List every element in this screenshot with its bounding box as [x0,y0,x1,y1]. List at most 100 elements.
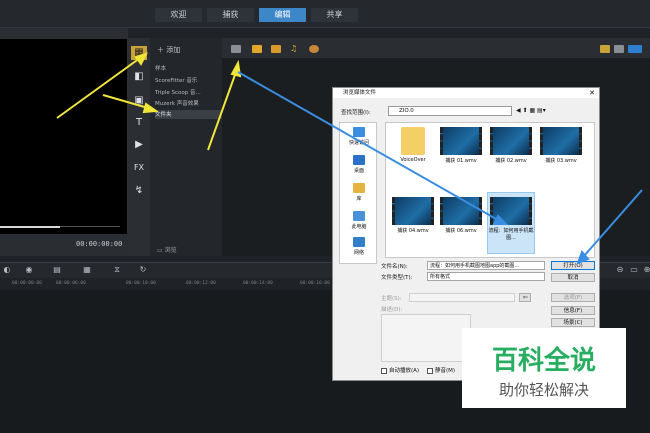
place-label: 网络 [353,250,364,256]
nav-back-icon[interactable]: ◀ ⬆ ▦ ▤▾ [516,107,546,114]
checkbox-box [427,367,433,374]
instant-project-icon[interactable]: ◧ [131,70,147,84]
library-item-triple-scoop[interactable]: Triple Scoop 音... [155,88,225,96]
video-thumbnail [540,127,582,155]
auto-music-icon[interactable]: ↻ [136,265,150,275]
scrubber-track[interactable] [60,226,120,227]
place-quick-access[interactable]: 快速访问 [340,127,378,146]
browse-button[interactable]: ▭ 浏览 [157,245,177,254]
library-icon [353,183,365,193]
tab-edit[interactable]: 编辑 [259,8,306,22]
chapter-icon[interactable]: ▤ [50,265,64,275]
watermark-main-text: 百科全说 [491,346,596,376]
description-textarea[interactable] [381,314,471,362]
mix-icon[interactable]: ⧖ [110,265,124,275]
close-icon[interactable]: ✕ [589,88,595,98]
filename-input[interactable]: 流程：如何用手机截图地图app的截图... [427,261,545,270]
library-item-folder[interactable]: 文件夹 [155,110,225,119]
apply-subject-icon[interactable]: ⇦ [519,293,531,302]
subject-label: 主题(S): [381,296,402,302]
scene-button[interactable]: 场景(C) [551,318,595,327]
lookin-dropdown[interactable]: ZIO.0 [388,106,512,116]
autoplay-label: 自动播放(A) [389,368,420,374]
media-toolbar [222,38,650,58]
folder-icon [401,127,425,155]
zoom-in-icon[interactable]: ⊕ [640,265,650,275]
preview-scrubber[interactable] [0,226,60,228]
file-item[interactable]: 捕获 06.wmv [438,197,484,234]
preview-timecode[interactable]: 00:00:00:00 [76,240,122,248]
file-name: 流程：如何用手机截图... [488,228,534,241]
file-item[interactable]: 捕获 03.wmv [538,127,584,164]
filename-label: 文件名(N): [381,264,408,270]
view-grid-icon[interactable] [600,45,610,53]
zoom-bar-icon[interactable]: ▭ [627,265,641,275]
file-name: 捕获 04.wmv [397,228,429,234]
dialog-title: 浏览媒体文件 [333,88,599,98]
ruler-tick: 00:00:12:00 [186,281,216,286]
autoplay-checkbox[interactable]: 自动播放(A) [381,366,419,374]
place-this-pc[interactable]: 此电脑 [340,211,378,230]
file-item-selected[interactable]: 流程：如何用手机截图... [487,192,535,254]
video-thumbnail [490,197,532,225]
info-button[interactable]: 信息(F) [551,306,595,315]
open-button[interactable]: 打开(O) [551,261,595,270]
storyboard-view-icon[interactable]: ◐ [0,265,14,275]
file-item[interactable]: 捕获 02.wmv [488,127,534,164]
folder-icon[interactable] [231,45,241,53]
path-icon[interactable]: ↯ [131,184,147,198]
file-name: 捕获 01.wmv [445,158,477,164]
description-label: 描述(D): [381,307,403,313]
file-name: VoiceOver [400,157,426,163]
graphics-icon[interactable]: ▶ [131,138,147,152]
ruler-tick: 00:00:10:00 [126,281,156,286]
library-item-samples[interactable]: 样本 [155,64,225,72]
options-button[interactable]: 选项(P) [551,293,595,302]
view-list-icon[interactable] [614,45,624,53]
fx-filter-icon[interactable]: FX [131,161,147,175]
place-label: 桌面 [353,168,364,174]
place-libraries[interactable]: 库 [340,183,378,202]
add-folder-button[interactable]: ＋ 添加 [157,45,180,55]
sort-icon[interactable] [628,45,642,53]
library-item-scorefitter[interactable]: ScoreFitter 音乐 [155,76,225,84]
mute-label: 静音(M) [435,368,456,374]
desktop-icon [353,155,365,165]
browse-label: 浏览 [164,247,177,254]
media-library-icon[interactable]: ▦ [131,46,147,60]
tab-capture[interactable]: 捕获 [207,8,254,22]
video-filter-icon[interactable] [252,45,262,53]
web-filter-icon[interactable] [309,45,319,53]
tab-welcome[interactable]: 欢迎 [155,8,202,22]
file-item[interactable]: VoiceOver [390,127,436,163]
file-item[interactable]: 捕获 04.wmv [390,197,436,234]
place-network[interactable]: 网络 [340,237,378,256]
preview-screen [0,39,127,234]
place-desktop[interactable]: 桌面 [340,155,378,174]
file-name: 捕获 06.wmv [445,228,477,234]
video-thumbnail [440,197,482,225]
video-thumbnail [392,197,434,225]
add-label: 添加 [166,46,181,54]
file-name: 捕获 02.wmv [495,158,527,164]
library-item-muzerk[interactable]: Muzerk 声音效果 [155,99,225,107]
track-manager-icon[interactable]: ◉ [22,265,36,275]
mute-checkbox[interactable]: 静音(M) [427,366,455,374]
subject-input[interactable] [409,293,515,302]
place-label: 此电脑 [351,224,367,230]
title-icon[interactable]: T [131,116,147,130]
place-label: 库 [356,196,362,202]
photo-filter-icon[interactable] [271,45,281,53]
file-item[interactable]: 捕获 01.wmv [438,127,484,164]
ruler-tick: 00:00:00:00 [12,281,42,286]
top-navigation-bar: 欢迎 捕获 编辑 共享 [0,0,650,28]
audio-filter-icon[interactable]: ♫ [290,45,300,53]
filetype-select[interactable]: 所有格式 [427,272,545,281]
filetype-label: 文件类型(T): [381,275,413,281]
tab-share[interactable]: 共享 [311,8,358,22]
places-sidebar: 快速访问 桌面 库 此电脑 网络 [339,122,377,264]
cancel-button[interactable]: 取消 [551,273,595,282]
subtitle-icon[interactable]: ▦ [80,265,94,275]
transition-icon[interactable]: ▣ [131,94,147,108]
zoom-out-icon[interactable]: ⊖ [613,265,627,275]
